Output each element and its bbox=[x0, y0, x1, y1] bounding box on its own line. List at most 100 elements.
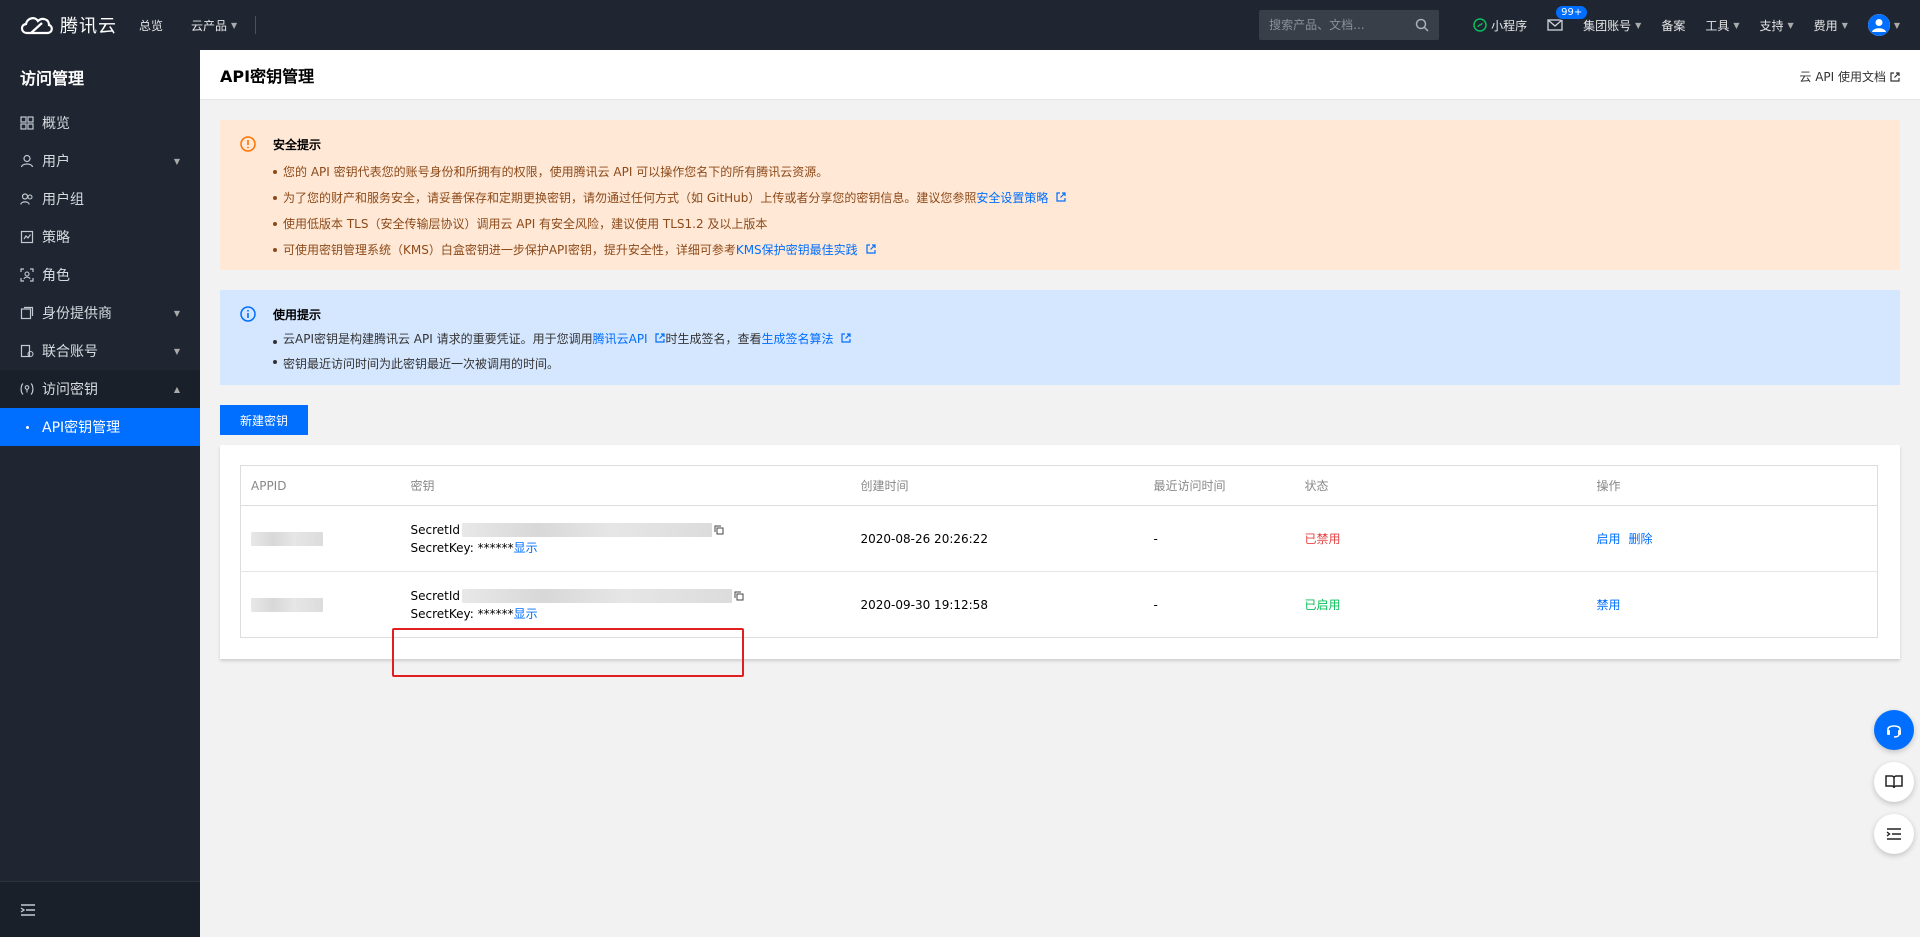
user-menu[interactable]: ▼ bbox=[1858, 0, 1920, 50]
security-policy-link[interactable]: 安全设置策略 bbox=[976, 191, 1048, 205]
signature-algorithm-link[interactable]: 生成签名算法 bbox=[761, 332, 833, 346]
redacted-secret-id bbox=[462, 588, 733, 603]
api-doc-link[interactable]: 云 API 使用文档 bbox=[1799, 68, 1900, 85]
secret-key-label: SecretKey: ****** bbox=[410, 540, 514, 555]
show-secret-key-link[interactable]: 显示 bbox=[514, 605, 538, 623]
sidebar-title: 访问管理 bbox=[20, 69, 85, 88]
book-icon bbox=[1885, 775, 1903, 789]
disable-key-link[interactable]: 禁用 bbox=[1597, 598, 1621, 612]
sidebar-item-roles[interactable]: 角色 bbox=[0, 256, 200, 294]
security-tip-text: 为了您的财产和服务安全，请妥善保存和定期更换密钥，请勿通过任何方式（如 GitH… bbox=[283, 191, 977, 205]
sidebar-item-api-key-management[interactable]: API密钥管理 bbox=[0, 408, 200, 446]
nav-overview-label: 总览 bbox=[139, 18, 164, 33]
docs-button[interactable] bbox=[1874, 762, 1914, 802]
enable-key-link[interactable]: 启用 bbox=[1597, 532, 1621, 546]
list-item: 为了您的财产和服务安全，请妥善保存和定期更换密钥，请勿通过任何方式（如 GitH… bbox=[273, 185, 1880, 211]
key-cell: SecretId SecretKey: ****** 显示 bbox=[400, 505, 851, 572]
last-access-cell: - bbox=[1153, 597, 1158, 612]
sidebar-item-policies[interactable]: 策略 bbox=[0, 218, 200, 256]
brand-logo[interactable]: 腾讯云 bbox=[0, 12, 125, 38]
mini-program-link[interactable]: 小程序 bbox=[1463, 0, 1537, 50]
record-link[interactable]: 备案 bbox=[1651, 0, 1695, 50]
actions-cell: 禁用 bbox=[1587, 572, 1878, 638]
copy-icon[interactable] bbox=[714, 525, 724, 535]
nav-products-label: 云产品 bbox=[191, 18, 228, 33]
caret-down-icon: ▼ bbox=[1893, 20, 1900, 30]
group-account-label: 集团账号 bbox=[1583, 18, 1632, 33]
redacted-appid bbox=[251, 597, 323, 612]
keys-table-card: APPID 密钥 创建时间 最近访问时间 状态 操作 SecretId Secr… bbox=[220, 445, 1900, 677]
mail-button[interactable]: 99+ bbox=[1537, 0, 1589, 50]
header-key: 密钥 bbox=[400, 465, 851, 506]
security-tip-title: 安全提示 bbox=[273, 138, 322, 152]
usage-tip-text: 云API密钥是构建腾讯云 API 请求的重要凭证。用于您调用 bbox=[283, 332, 593, 346]
security-tip-text: 您的 API 密钥代表您的账号身份和所拥有的权限，使用腾讯云 API 可以操作您… bbox=[283, 165, 829, 179]
customer-service-button[interactable] bbox=[1874, 710, 1914, 750]
secret-key-line: SecretKey: ****** 显示 bbox=[411, 539, 851, 557]
search-icon[interactable] bbox=[1415, 18, 1429, 32]
top-navbar: 腾讯云 总览 云产品▼ 小程序 99+ 集团账号▼ 备案 工具▼ 支持▼ 费用▼… bbox=[0, 0, 1920, 50]
copy-icon[interactable] bbox=[734, 591, 744, 601]
mail-icon bbox=[1547, 19, 1563, 31]
security-tip-text: 可使用密钥管理系统（KMS）白盒密钥进一步保护API密钥，提升安全性，详细可参考 bbox=[283, 243, 736, 257]
external-link-icon bbox=[655, 333, 666, 343]
billing-menu[interactable]: 费用 ▼ bbox=[1804, 0, 1858, 50]
appid-cell bbox=[241, 572, 401, 638]
mini-program-icon bbox=[1473, 18, 1487, 32]
sidebar-item-label: 策略 bbox=[42, 230, 70, 246]
nav-overview[interactable]: 总览 bbox=[125, 0, 177, 50]
user-icon bbox=[20, 154, 34, 168]
search-input[interactable] bbox=[1269, 18, 1410, 32]
user-group-icon bbox=[20, 193, 33, 205]
main-content: API密钥管理 云 API 使用文档 安全提示 您的 API 密钥代表您的账号身… bbox=[200, 50, 1920, 937]
identity-provider-icon bbox=[20, 306, 34, 320]
list-indent-icon bbox=[1886, 828, 1901, 840]
header-status: 状态 bbox=[1294, 465, 1587, 506]
page-title: API密钥管理 bbox=[220, 66, 315, 86]
page-header: API密钥管理 bbox=[200, 50, 1920, 100]
sidebar-item-label: 角色 bbox=[42, 268, 70, 284]
header-actions: 操作 bbox=[1586, 465, 1878, 506]
sidebar-item-overview[interactable]: 概览 bbox=[0, 104, 200, 142]
search-box[interactable] bbox=[1259, 10, 1440, 40]
sidebar-item-label: API密钥管理 bbox=[42, 420, 121, 436]
nav-products[interactable]: 云产品 ▼ bbox=[177, 0, 251, 50]
secret-id-label: SecretId bbox=[410, 588, 461, 603]
show-secret-key-link[interactable]: 显示 bbox=[514, 539, 538, 557]
sidebar-item-label: 用户 bbox=[42, 154, 70, 170]
federated-account-icon bbox=[20, 344, 34, 358]
list-item: 使用低版本 TLS（安全传输层协议）调用云 API 有安全风险，建议使用 TLS… bbox=[273, 211, 1880, 237]
sidebar-item-identity-providers[interactable]: 身份提供商 ▼ bbox=[0, 294, 200, 332]
secret-key-line: SecretKey: ****** 显示 bbox=[411, 605, 851, 623]
support-menu[interactable]: 支持 ▼ bbox=[1750, 0, 1804, 50]
sidebar-item-user-groups[interactable]: 用户组 bbox=[0, 180, 200, 218]
kms-best-practice-link[interactable]: KMS保护密钥最佳实践 bbox=[736, 243, 858, 257]
redacted-appid bbox=[251, 531, 323, 546]
status-badge: 已启用 bbox=[1304, 598, 1341, 612]
chevron-down-icon: ▼ bbox=[173, 156, 180, 166]
caret-down-icon: ▼ bbox=[1841, 20, 1848, 30]
sidebar-collapse-button[interactable] bbox=[0, 881, 200, 937]
table-row: SecretId SecretKey: ****** 显示 2020-09-30 … bbox=[241, 572, 1878, 638]
sidebar-item-access-keys[interactable]: 访问密钥 ▲ bbox=[0, 370, 200, 408]
chevron-up-icon: ▲ bbox=[173, 384, 180, 394]
top-right-tools: 小程序 99+ 集团账号▼ 备案 工具▼ 支持▼ 费用▼ ▼ bbox=[1259, 0, 1920, 50]
header-last-access: 最近访问时间 bbox=[1143, 465, 1295, 506]
support-label: 支持 bbox=[1759, 18, 1784, 33]
status-cell: 已禁用 bbox=[1294, 505, 1587, 572]
brand-name: 腾讯云 bbox=[60, 16, 117, 37]
warning-icon bbox=[240, 136, 256, 152]
tencent-cloud-api-link[interactable]: 腾讯云API bbox=[593, 332, 648, 346]
grid-icon bbox=[20, 116, 34, 130]
group-account-menu[interactable]: 集团账号 ▼ bbox=[1573, 0, 1651, 50]
sidebar-item-federated-accounts[interactable]: 联合账号 ▼ bbox=[0, 332, 200, 370]
user-avatar-icon bbox=[1867, 14, 1890, 36]
new-key-button[interactable]: 新建密钥 bbox=[220, 405, 309, 435]
delete-key-link[interactable]: 删除 bbox=[1629, 532, 1653, 546]
sidebar-item-users[interactable]: 用户 ▼ bbox=[0, 142, 200, 180]
chevron-down-icon: ▼ bbox=[173, 346, 180, 356]
usage-tip-text: 时生成签名，查看 bbox=[665, 332, 762, 346]
security-tip-list: 您的 API 密钥代表您的账号身份和所拥有的权限，使用腾讯云 API 可以操作您… bbox=[240, 159, 1880, 263]
menu-list-button[interactable] bbox=[1874, 814, 1914, 854]
tools-menu[interactable]: 工具 ▼ bbox=[1695, 0, 1749, 50]
